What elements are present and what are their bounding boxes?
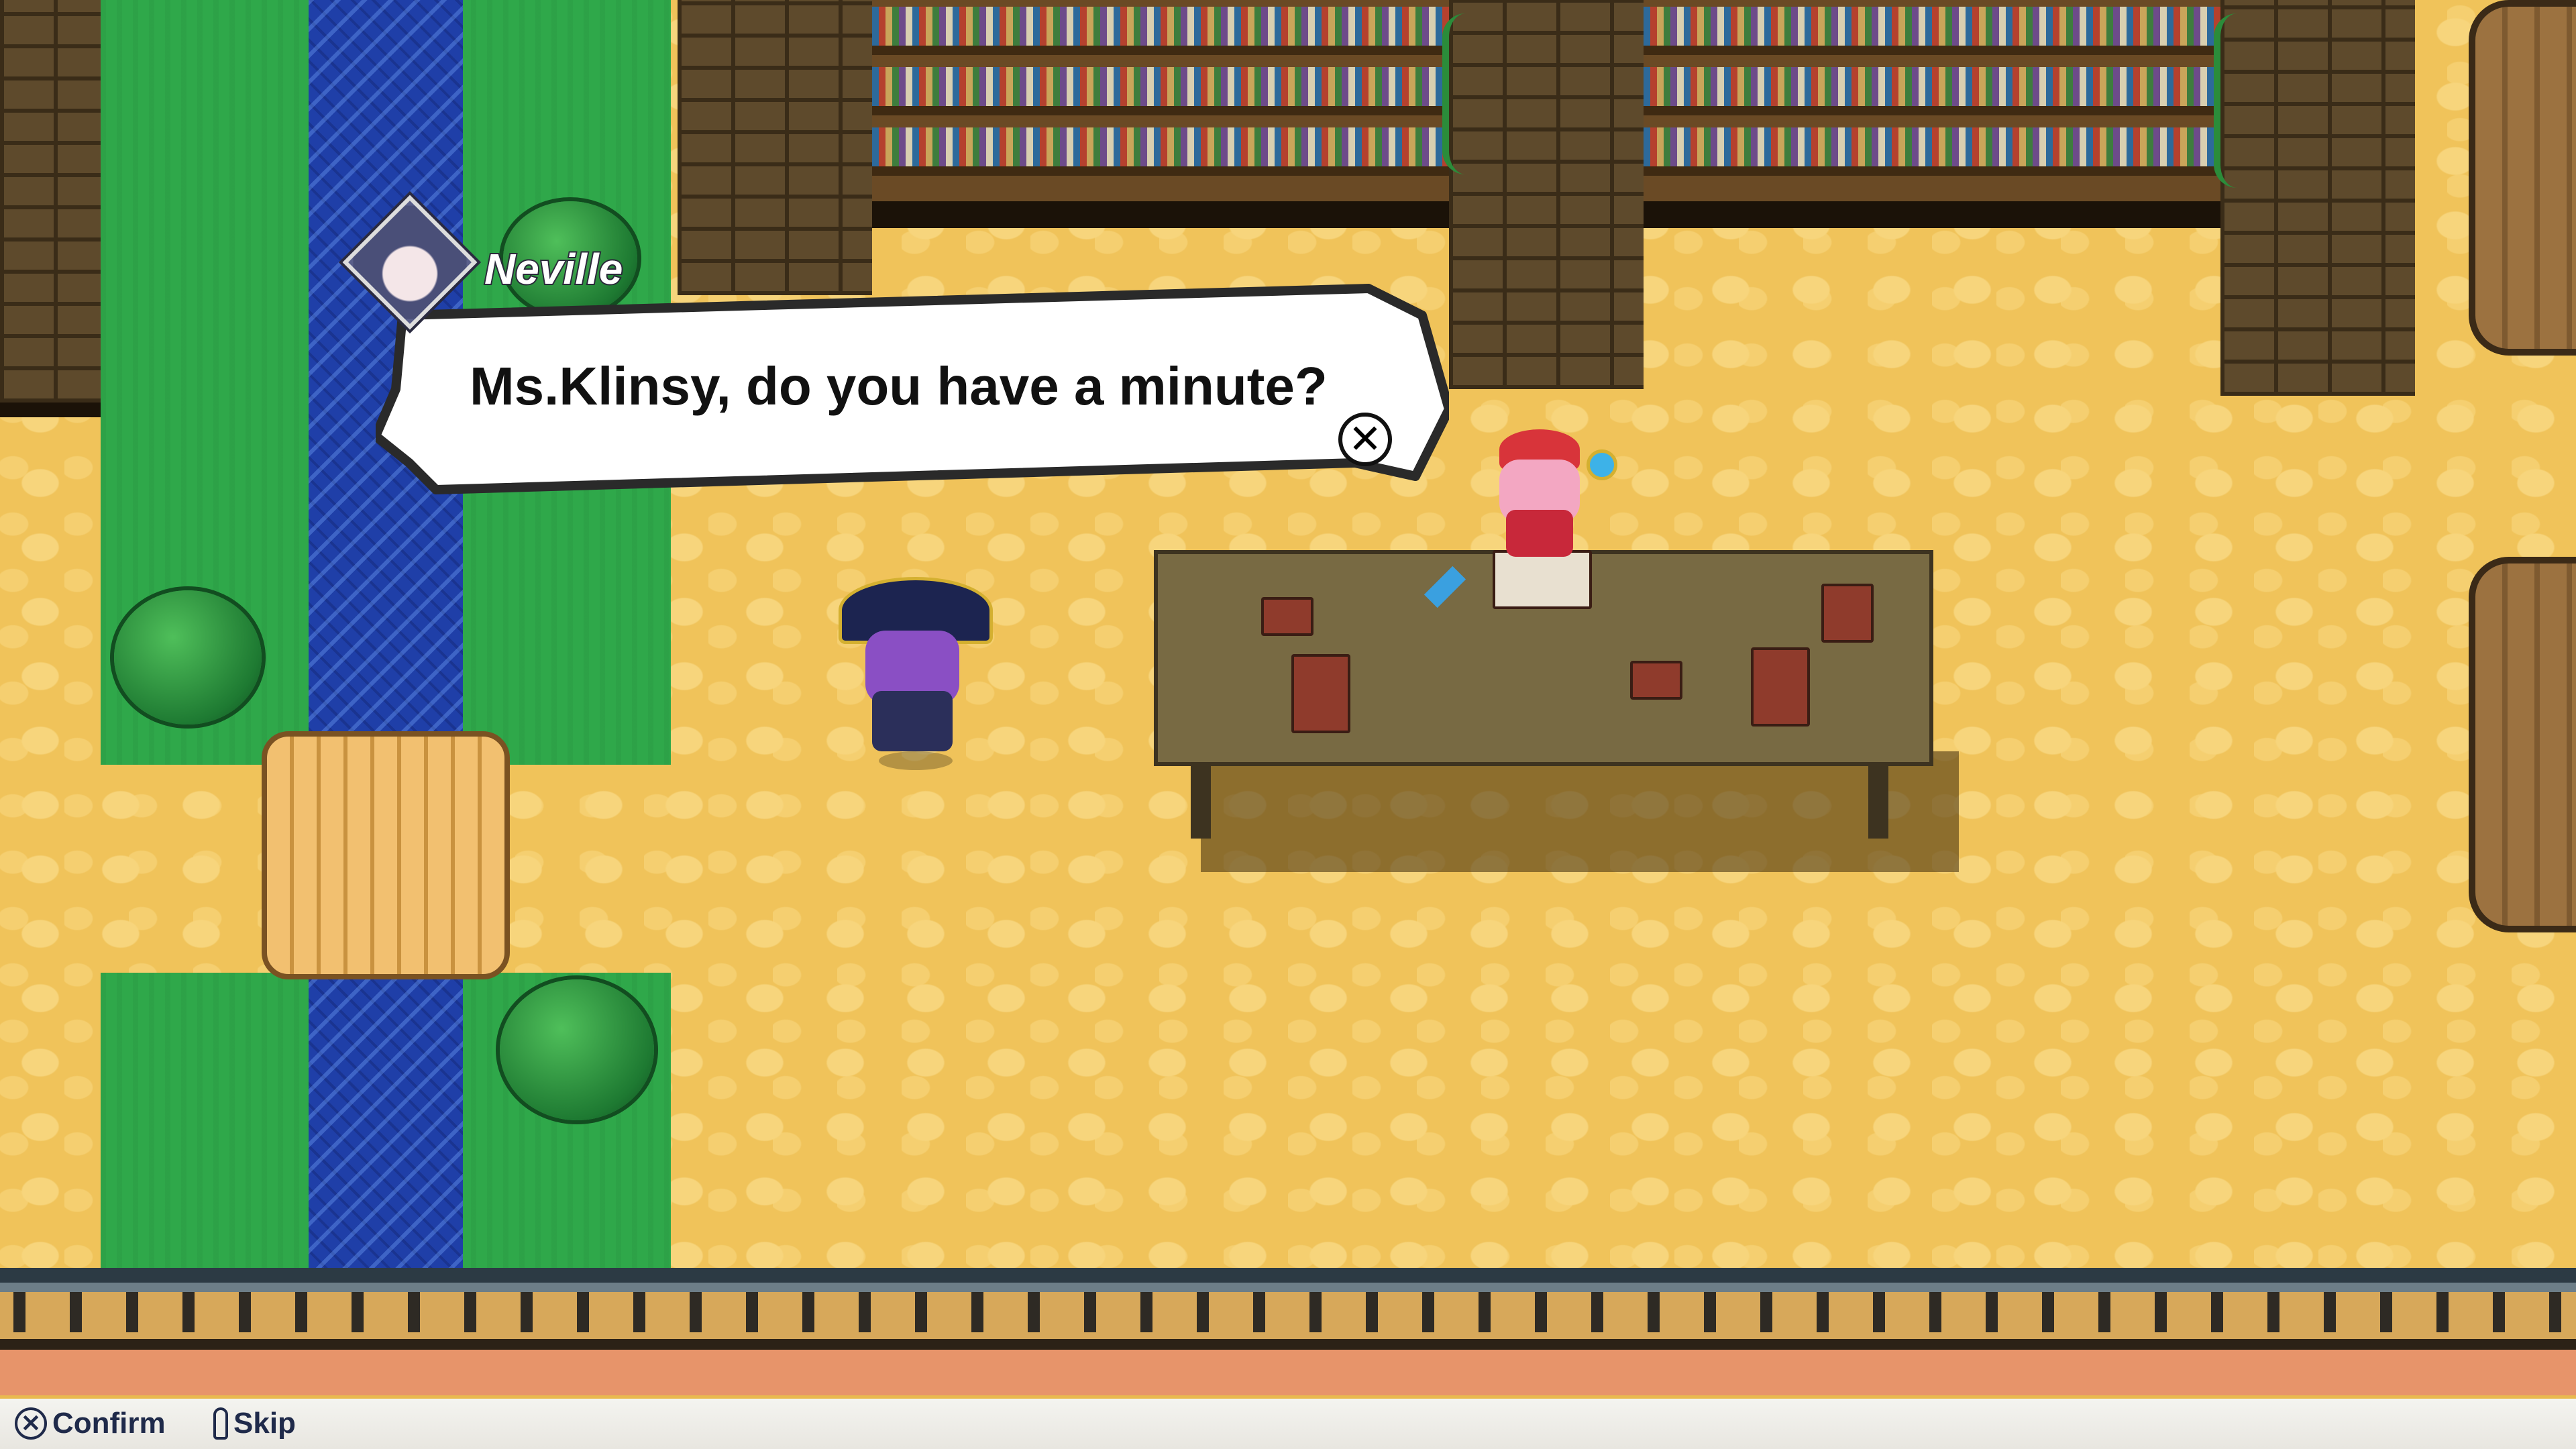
railing-post: [1253, 1292, 1265, 1332]
speaker-tag: Neville: [342, 195, 624, 330]
railing-post: [1479, 1292, 1491, 1332]
book-stack: [1291, 654, 1350, 733]
railing-post: [2267, 1292, 2279, 1332]
skip-hint[interactable]: Skip: [213, 1402, 296, 1445]
railing-post: [577, 1292, 589, 1332]
railing-post: [2493, 1292, 2505, 1332]
railing-post: [690, 1292, 702, 1332]
confirm-label: Confirm: [52, 1407, 166, 1440]
railing-post: [352, 1292, 364, 1332]
railing-post: [70, 1292, 82, 1332]
dialogue-text: Ms.Klinsy, do you have a minute?: [470, 356, 1328, 416]
railing-post: [2042, 1292, 2054, 1332]
railing-post: [1028, 1292, 1040, 1332]
player-character: [832, 570, 993, 771]
bush: [114, 590, 262, 724]
railing-post: [295, 1292, 307, 1332]
desk-shadow: [1201, 751, 1959, 872]
close-icon: ✕: [1348, 417, 1383, 462]
railing-post: [2380, 1292, 2392, 1332]
railing-post: [2098, 1292, 2110, 1332]
railing-post: [633, 1292, 645, 1332]
stick-button-icon: [213, 1407, 228, 1440]
railing-post: [1535, 1292, 1547, 1332]
book-stack: [1751, 647, 1810, 727]
speaker-portrait: [342, 195, 478, 330]
vine: [2214, 13, 2261, 188]
railing-post: [746, 1292, 758, 1332]
railing-post: [915, 1292, 927, 1332]
railing-post: [1986, 1292, 1998, 1332]
railing-post: [1929, 1292, 1941, 1332]
railing-post: [464, 1292, 476, 1332]
railing-post: [1591, 1292, 1603, 1332]
barrel: [2469, 0, 2576, 356]
open-book: [1493, 550, 1592, 609]
bookshelf: [1644, 0, 2220, 201]
railing-post: [126, 1292, 138, 1332]
railing-post: [1197, 1292, 1209, 1332]
barrel: [2469, 557, 2576, 932]
railing-post: [2155, 1292, 2167, 1332]
railing-post: [859, 1292, 871, 1332]
bookshelf: [872, 0, 1449, 201]
book: [1261, 597, 1313, 636]
railing-post: [1873, 1292, 1885, 1332]
railing-post: [971, 1292, 983, 1332]
railing-post: [802, 1292, 814, 1332]
dialogue-close-button[interactable]: ✕: [1338, 413, 1392, 466]
railing-post: [1422, 1292, 1434, 1332]
railing-post: [1140, 1292, 1152, 1332]
confirm-hint[interactable]: ✕ Confirm: [15, 1402, 166, 1445]
railing-post: [1704, 1292, 1716, 1332]
cross-button-icon: ✕: [15, 1407, 47, 1440]
book: [1630, 661, 1682, 700]
left-brick-wall: [0, 0, 101, 402]
railing-post: [1309, 1292, 1322, 1332]
railing: [0, 1268, 2576, 1395]
shelf-shadow: [872, 201, 1449, 228]
shelf-shadow: [1644, 201, 2220, 228]
railing-post: [1760, 1292, 1772, 1332]
book: [1821, 584, 1874, 643]
railing-post: [1817, 1292, 1829, 1332]
bush: [500, 979, 654, 1120]
railing-post: [1366, 1292, 1378, 1332]
wooden-bridge: [262, 731, 510, 979]
railing-post: [521, 1292, 533, 1332]
control-hints-bar: [0, 1399, 2576, 1449]
skip-label: Skip: [233, 1407, 296, 1440]
railing-post: [2211, 1292, 2223, 1332]
railing-post: [408, 1292, 420, 1332]
railing-post: [182, 1292, 195, 1332]
railing-post: [1084, 1292, 1096, 1332]
vine: [1442, 13, 1489, 174]
railing-post: [2436, 1292, 2449, 1332]
railing-post: [2549, 1292, 2561, 1332]
speaker-name: Neville: [483, 244, 624, 294]
railing-post: [239, 1292, 251, 1332]
railing-post: [13, 1292, 25, 1332]
librarian-character: [1486, 429, 1617, 557]
railing-post: [2324, 1292, 2336, 1332]
brick-pillar: [678, 0, 872, 295]
river: [309, 0, 463, 1315]
railing-post: [1648, 1292, 1660, 1332]
